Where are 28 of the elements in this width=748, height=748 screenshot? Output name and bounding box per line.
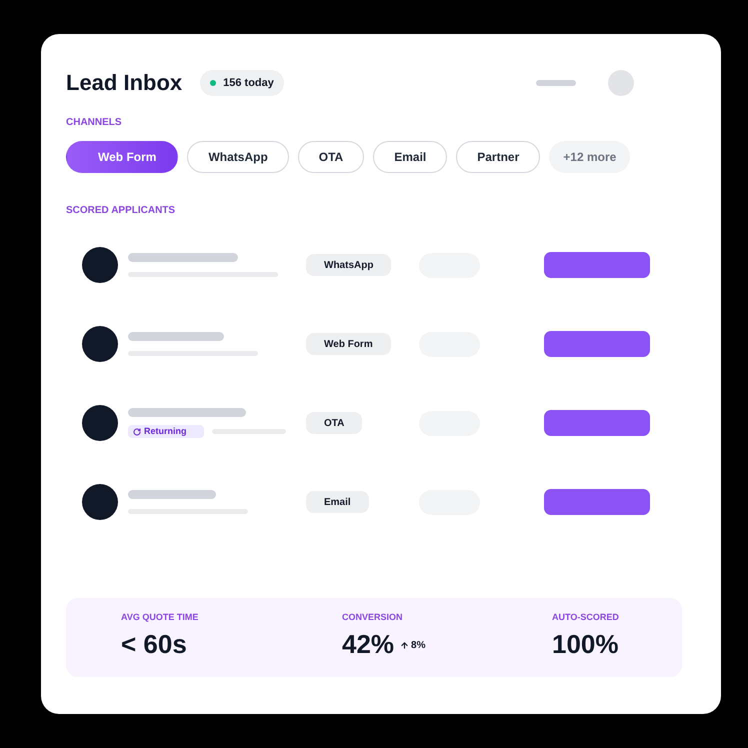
stat-label: CONVERSION [342, 611, 403, 623]
channel-chip[interactable]: WhatsApp [187, 141, 289, 173]
skeleton-button[interactable] [544, 489, 650, 515]
arrow-up-icon [400, 641, 410, 650]
section-label: SCORED APPLICANTS [66, 205, 176, 217]
channel-chip[interactable]: OTA [298, 141, 364, 173]
page-title: Lead Inbox [66, 72, 182, 94]
channel-tag: Email [306, 491, 369, 513]
badge-label: Returning [144, 424, 186, 438]
skeleton-button[interactable] [544, 252, 650, 278]
channel-tag: OTA [306, 412, 362, 434]
channel-chip[interactable]: Web Form [66, 141, 178, 173]
more-chip[interactable]: +12 more [549, 141, 630, 173]
stat-change: 8% [411, 639, 426, 653]
stat-value: 42% [342, 629, 394, 659]
stat-value: 100% [552, 629, 618, 659]
channel-tag: WhatsApp [306, 254, 392, 276]
channel-chip[interactable]: Partner [456, 141, 540, 173]
skeleton-button[interactable] [544, 410, 650, 436]
stat-value: < 60s [121, 629, 187, 659]
stat-label: AVG QUOTE TIME [121, 611, 198, 623]
channel-chip[interactable]: Email [373, 141, 448, 173]
refresh-icon [133, 428, 141, 436]
stat-label: AUTO-SCORED [552, 611, 619, 623]
channel-tag: Web Form [306, 333, 391, 355]
count-text: 156 today [223, 76, 274, 91]
section-label: CHANNELS [66, 117, 122, 129]
skeleton-button[interactable] [544, 331, 650, 357]
